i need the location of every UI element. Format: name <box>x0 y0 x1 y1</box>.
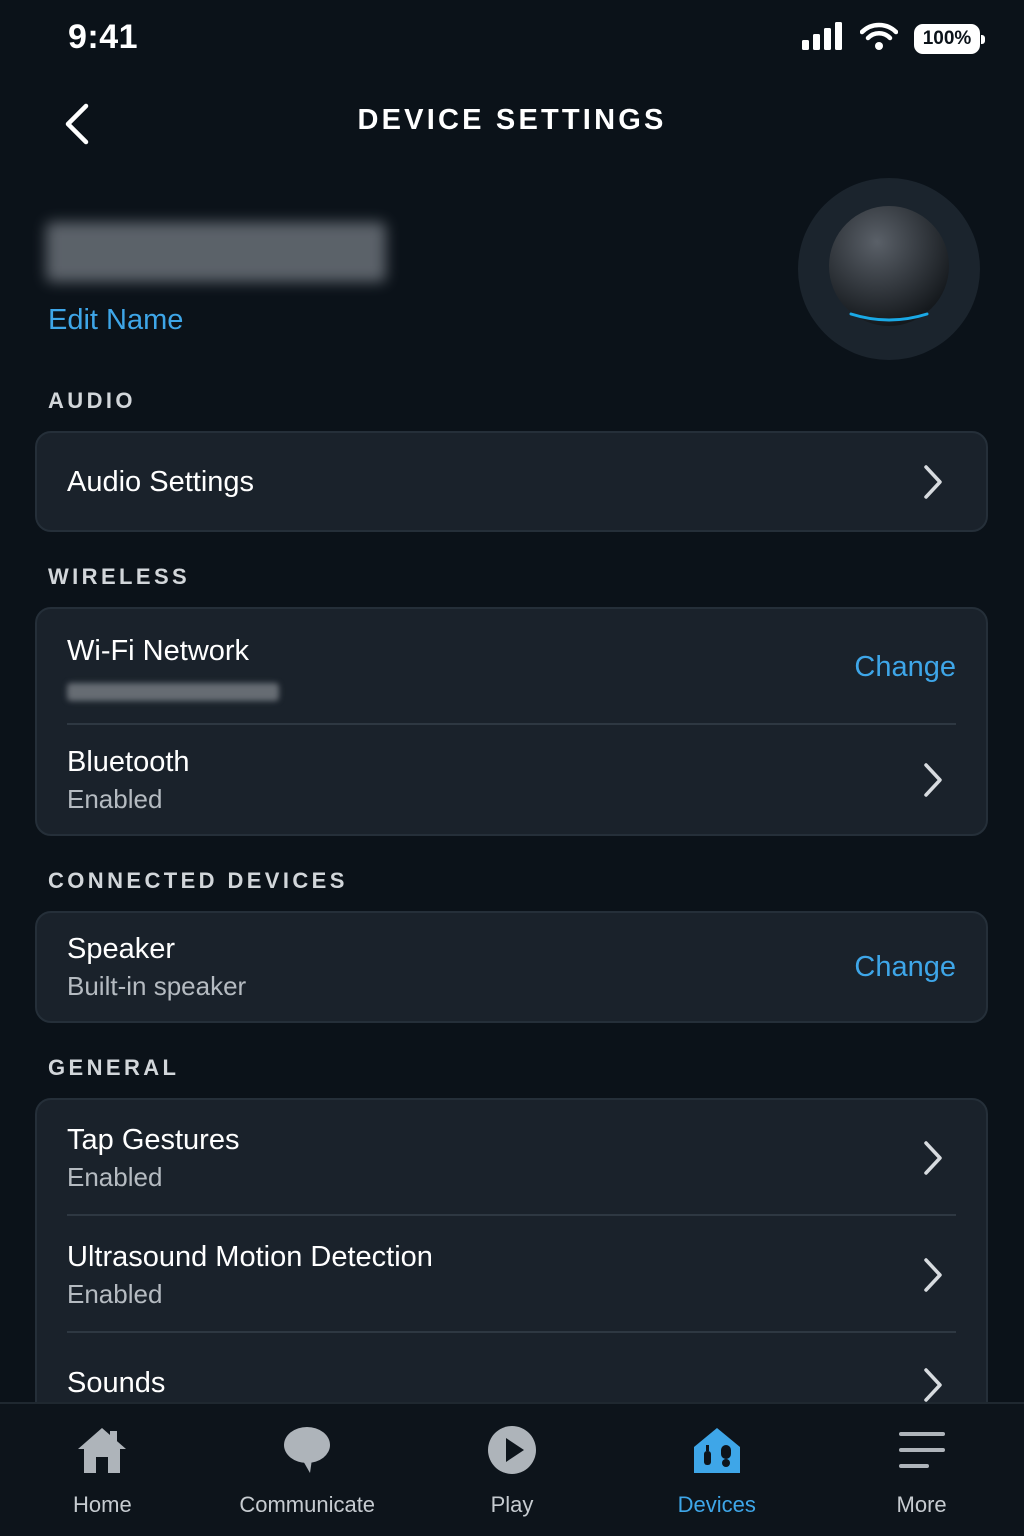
tab-more-label: More <box>896 1492 947 1517</box>
bottom-tab-bar: Home Communicate Play Devices More <box>0 1402 1024 1536</box>
section-label-connected-devices: CONNECTED DEVICES <box>48 868 348 893</box>
tab-devices-label: Devices <box>677 1492 756 1517</box>
ultrasound-title: Ultrasound Motion Detection <box>67 1240 433 1273</box>
audio-settings-title: Audio Settings <box>67 465 255 498</box>
tap-gestures-row[interactable]: Tap Gestures Enabled <box>37 1100 986 1216</box>
wifi-network-title: Wi-Fi Network <box>67 635 250 667</box>
chevron-right-icon <box>920 760 946 800</box>
tap-gestures-status: Enabled <box>67 1162 163 1192</box>
section-label-wireless: WIRELESS <box>48 564 191 589</box>
tab-play-label: Play <box>490 1492 534 1517</box>
tab-home-label: Home <box>73 1492 132 1517</box>
battery-indicator: 100% <box>914 23 985 54</box>
chevron-right-icon <box>920 1365 946 1405</box>
home-icon <box>72 1424 132 1476</box>
tab-play[interactable]: Play <box>410 1404 615 1536</box>
chevron-right-icon <box>920 1255 946 1295</box>
play-icon <box>482 1424 542 1476</box>
chevron-right-icon <box>920 462 946 502</box>
audio-card: Audio Settings <box>35 431 988 532</box>
echo-device-image <box>798 178 980 360</box>
page-title: DEVICE SETTINGS <box>357 104 667 136</box>
chevron-right-icon <box>920 1138 946 1178</box>
devices-home-icon <box>687 1424 747 1476</box>
speaker-change-link[interactable]: Change <box>854 951 956 984</box>
cellular-signal-icon <box>802 22 844 55</box>
section-label-audio: AUDIO <box>48 388 136 413</box>
audio-settings-row[interactable]: Audio Settings <box>37 433 986 530</box>
chat-bubble-icon <box>277 1424 337 1476</box>
tab-more[interactable]: More <box>819 1404 1024 1536</box>
tab-communicate[interactable]: Communicate <box>205 1404 410 1536</box>
section-label-general: GENERAL <box>48 1055 180 1080</box>
connected-devices-card: Speaker Built-in speaker Change <box>35 911 988 1023</box>
ultrasound-motion-detection-row[interactable]: Ultrasound Motion Detection Enabled <box>37 1216 986 1333</box>
wifi-network-name-redacted <box>67 683 279 701</box>
bluetooth-row[interactable]: Bluetooth Enabled <box>37 725 986 834</box>
tab-home[interactable]: Home <box>0 1404 205 1536</box>
tab-devices[interactable]: Devices <box>614 1404 819 1536</box>
edit-name-link[interactable]: Edit Name <box>48 304 183 337</box>
sounds-title: Sounds <box>67 1367 166 1399</box>
wifi-icon <box>859 22 899 55</box>
device-name-redacted <box>46 222 386 282</box>
tap-gestures-title: Tap Gestures <box>67 1124 240 1156</box>
speaker-value: Built-in speaker <box>67 971 247 1001</box>
tab-communicate-label: Communicate <box>239 1492 376 1517</box>
wifi-change-link[interactable]: Change <box>854 651 956 684</box>
menu-icon <box>892 1424 952 1476</box>
bluetooth-title: Bluetooth <box>67 745 190 778</box>
speaker-title: Speaker <box>67 933 176 965</box>
device-settings-screen: 9:41 100% DEVICE SETTINGS Edit Name AUDI… <box>0 0 1024 1536</box>
status-time: 9:41 <box>68 18 139 56</box>
ultrasound-status: Enabled <box>67 1278 163 1309</box>
wifi-network-row: Wi-Fi Network Change <box>37 609 986 725</box>
wireless-card: Wi-Fi Network Change Bluetooth Enabled <box>35 607 988 836</box>
bluetooth-status: Enabled <box>67 783 163 814</box>
status-indicators: 100% <box>802 22 985 55</box>
speaker-row: Speaker Built-in speaker Change <box>37 913 986 1021</box>
